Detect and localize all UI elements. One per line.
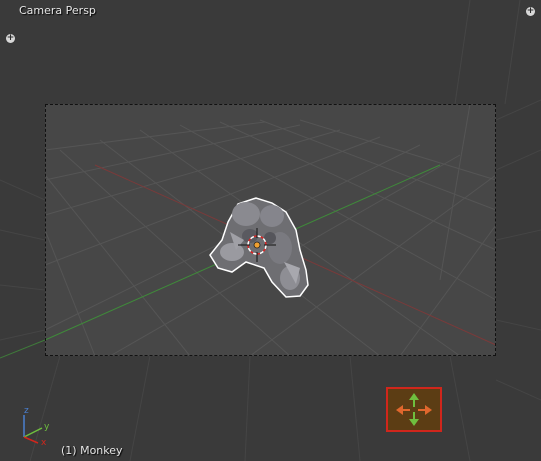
move-arrows-icon [396,393,432,426]
viewport-scene [0,0,541,461]
properties-toggle-button[interactable]: + [526,7,535,16]
y-axis-line-outer [0,339,46,359]
axis-x-label: x [41,438,47,447]
origin-dot-icon [253,241,261,249]
navigate-gizmo[interactable] [386,387,442,432]
axis-orientation-gizmo: z y x [23,406,50,447]
axis-y-label: y [44,422,50,432]
active-object-info: (1) Monkey [61,444,123,457]
plus-icon: + [526,6,535,16]
3d-viewport[interactable]: Camera Persp + + z y x (1) Monkey [0,0,541,461]
axis-z-label: z [24,406,29,416]
plus-icon: + [6,33,15,43]
toolshelf-toggle-button[interactable]: + [6,34,15,43]
view-title: Camera Persp [19,4,96,17]
